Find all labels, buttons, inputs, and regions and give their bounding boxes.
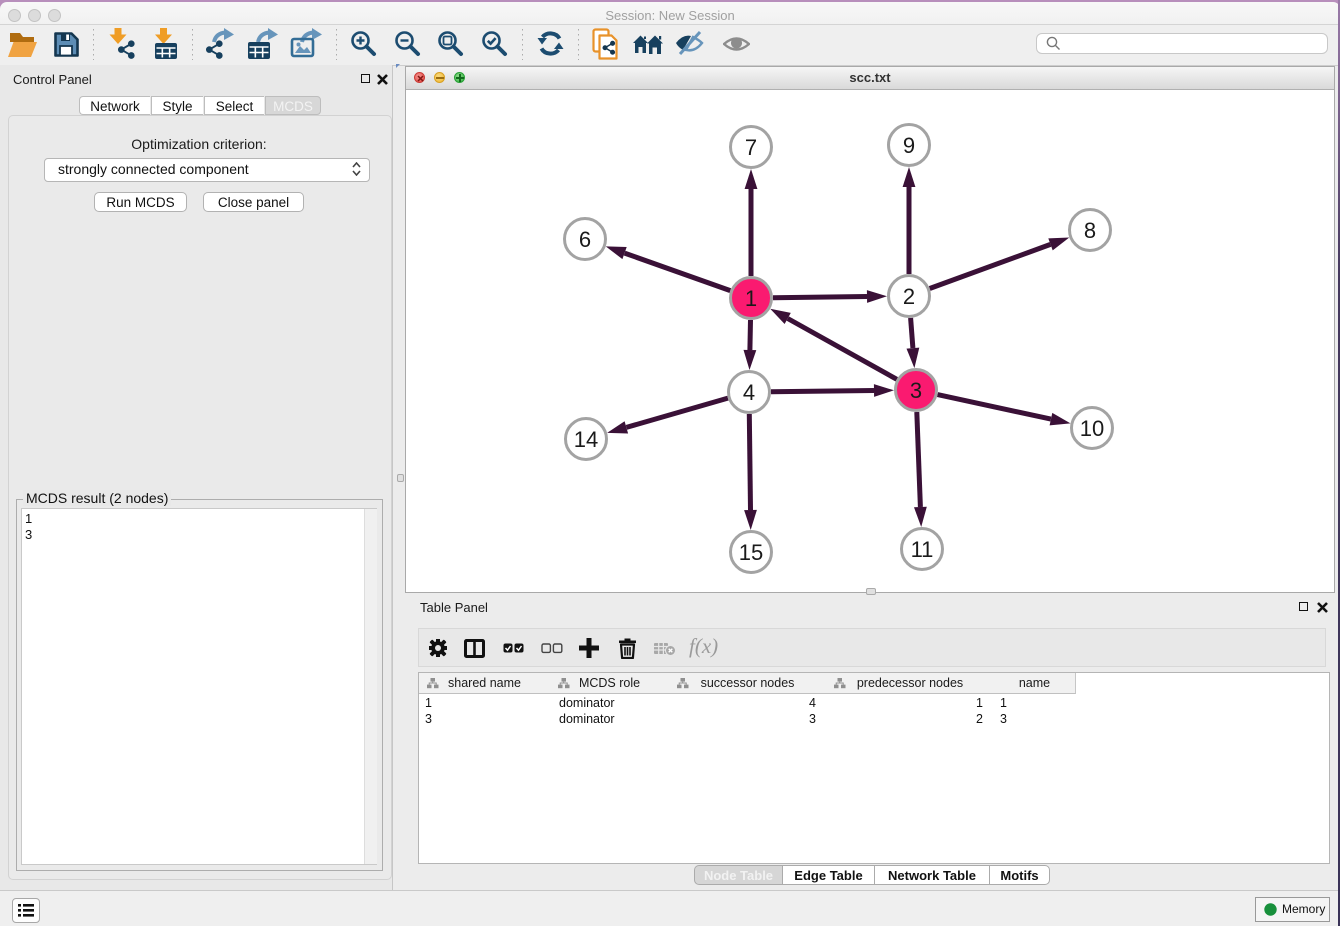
svg-text:1: 1 (745, 286, 757, 311)
svg-text:10: 10 (1080, 416, 1104, 441)
svg-text:3: 3 (910, 378, 922, 403)
svg-text:11: 11 (911, 537, 934, 562)
svg-text:15: 15 (739, 540, 763, 565)
svg-text:4: 4 (743, 380, 755, 405)
svg-text:6: 6 (579, 227, 591, 252)
svg-text:8: 8 (1084, 218, 1096, 243)
svg-text:9: 9 (903, 133, 915, 158)
svg-text:2: 2 (903, 284, 915, 309)
svg-text:7: 7 (745, 135, 757, 160)
svg-text:14: 14 (574, 427, 598, 452)
